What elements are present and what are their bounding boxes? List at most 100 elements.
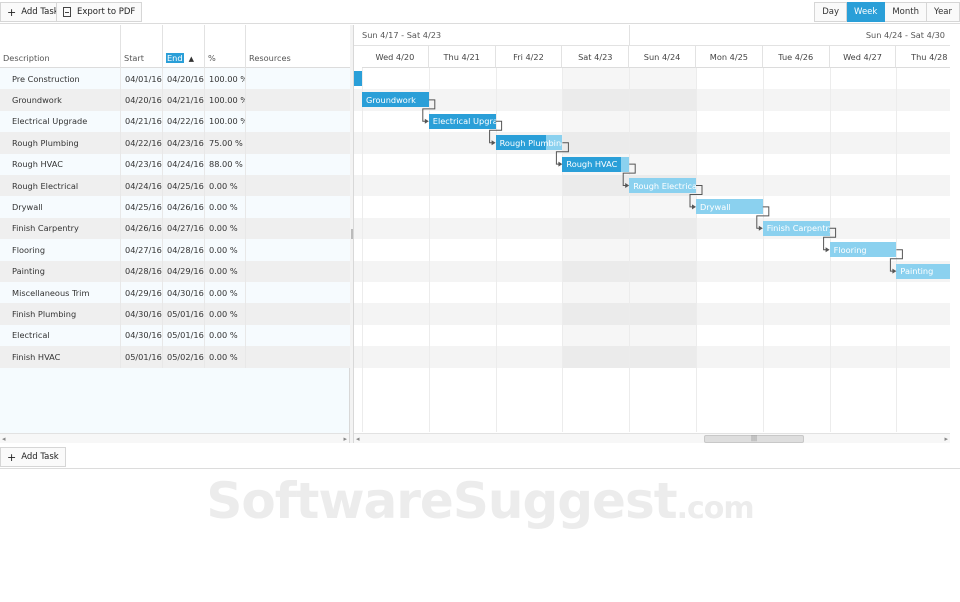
day-gridline bbox=[629, 68, 631, 432]
timeline-row bbox=[354, 368, 960, 389]
task-row[interactable]: Electrical Upgrade 04/21/16 04/22/16 100.00… bbox=[0, 110, 350, 133]
task-start: 04/20/16 bbox=[121, 89, 163, 111]
export-pdf-button[interactable]: Export to PDF bbox=[56, 2, 143, 22]
day-gridline bbox=[495, 68, 497, 432]
task-end: 04/28/16 bbox=[163, 239, 205, 261]
task-bar-label: Rough Plumbing bbox=[499, 137, 563, 148]
task-percent: 0.00 % bbox=[205, 346, 246, 368]
task-description: Rough Electrical bbox=[0, 175, 121, 197]
task-row[interactable]: Finish Plumbing 04/30/16 05/01/16 0.00 % bbox=[0, 303, 350, 325]
task-description: Painting bbox=[0, 260, 121, 282]
day-gridline bbox=[696, 68, 697, 432]
task-bar-label: Groundwork bbox=[366, 94, 416, 105]
column-resources[interactable]: Resources bbox=[246, 25, 350, 68]
task-row[interactable]: Groundwork 04/20/16 04/21/16 100.00 % bbox=[0, 89, 350, 111]
task-end: 04/25/16 bbox=[163, 175, 205, 197]
task-bar-label: Flooring bbox=[833, 244, 867, 255]
task-row[interactable]: Painting 04/28/16 04/29/16 0.00 % bbox=[0, 260, 350, 282]
timeline-row bbox=[354, 410, 960, 431]
task-bar[interactable]: Finish Carpentry bbox=[762, 220, 830, 236]
task-bar-label: Electrical Upgrade bbox=[432, 116, 496, 127]
task-row[interactable]: Pre Construction 04/01/16 04/20/16 100.00 % bbox=[0, 68, 350, 90]
gantt-timeline: Sun 4/17 - Sat 4/23 Sun 4/24 - Sat 4/30 … bbox=[354, 25, 960, 443]
grid-horizontal-scrollbar[interactable]: ◂ ▸ bbox=[0, 433, 349, 443]
timeline-vertical-scrollbar[interactable] bbox=[950, 25, 960, 433]
task-bar[interactable]: Electrical Upgrade bbox=[428, 113, 496, 129]
task-start: 04/24/16 bbox=[121, 175, 163, 197]
column-description[interactable]: Description bbox=[0, 25, 121, 68]
task-row[interactable]: Finish HVAC 05/01/16 05/02/16 0.00 % bbox=[0, 346, 350, 368]
task-row[interactable]: Drywall 04/25/16 04/26/16 0.00 % bbox=[0, 196, 350, 218]
task-bar[interactable]: Drywall bbox=[696, 199, 763, 215]
task-resources bbox=[246, 239, 350, 260]
task-description: Finish Carpentry bbox=[0, 217, 121, 240]
task-description: Flooring bbox=[0, 239, 121, 261]
task-description: Electrical Upgrade bbox=[0, 110, 121, 133]
task-bar[interactable]: Groundwork bbox=[362, 92, 429, 108]
column-start[interactable]: Start bbox=[121, 25, 163, 68]
task-row[interactable]: Flooring 04/27/16 04/28/16 0.00 % bbox=[0, 239, 350, 261]
view-week-button[interactable]: Week bbox=[847, 2, 886, 22]
view-year-button[interactable]: Year bbox=[927, 2, 960, 22]
task-end: 04/24/16 bbox=[163, 153, 205, 175]
task-bar[interactable]: Rough HVAC bbox=[562, 156, 630, 172]
task-percent: 88.00 % bbox=[205, 153, 246, 175]
task-start: 04/30/16 bbox=[121, 324, 163, 347]
week-header-2: Sun 4/24 - Sat 4/30 bbox=[630, 25, 960, 46]
task-bar[interactable]: Rough Plumbing bbox=[495, 135, 563, 151]
task-row[interactable]: Miscellaneous Trim 04/29/16 04/30/16 0.00 % bbox=[0, 282, 350, 304]
bottom-add-task-button[interactable]: + Add Task bbox=[0, 447, 66, 467]
task-row[interactable]: Electrical 04/30/16 05/01/16 0.00 % bbox=[0, 324, 350, 347]
task-bar[interactable]: Rough Electrical bbox=[629, 178, 696, 193]
task-description: Finish Plumbing bbox=[0, 303, 121, 325]
task-start: 04/23/16 bbox=[121, 153, 163, 175]
task-resources bbox=[246, 68, 350, 89]
task-row[interactable]: Finish Carpentry 04/26/16 04/27/16 0.00 % bbox=[0, 217, 350, 240]
task-end: 05/01/16 bbox=[163, 303, 205, 325]
task-bar-label: Finish Carpentry bbox=[766, 223, 830, 234]
day-header: Wed 4/27 bbox=[829, 46, 897, 68]
task-start: 04/28/16 bbox=[121, 260, 163, 282]
day-gridline bbox=[362, 68, 363, 432]
view-month-button[interactable]: Month bbox=[885, 2, 927, 22]
scroll-right-icon[interactable]: ▸ bbox=[343, 434, 347, 444]
task-percent: 100.00 % bbox=[205, 68, 246, 90]
task-row[interactable]: Rough Plumbing 04/22/16 04/23/16 75.00 % bbox=[0, 132, 350, 154]
bottom-plus-icon: + bbox=[7, 450, 17, 464]
task-percent: 0.00 % bbox=[205, 324, 246, 347]
task-end: 04/23/16 bbox=[163, 132, 205, 154]
view-day-button[interactable]: Day bbox=[814, 2, 848, 22]
task-bar[interactable]: Flooring bbox=[829, 242, 897, 258]
watermark-domain: .com bbox=[676, 491, 755, 526]
task-start: 04/27/16 bbox=[121, 239, 163, 261]
sort-ascending-icon: ▲ bbox=[188, 55, 194, 63]
task-percent: 100.00 % bbox=[205, 89, 246, 111]
task-row[interactable]: Rough HVAC 04/23/16 04/24/16 88.00 % bbox=[0, 153, 350, 175]
task-resources bbox=[246, 325, 350, 346]
timeline-scroll-right-icon[interactable]: ▸ bbox=[944, 434, 948, 443]
pdf-icon bbox=[63, 7, 71, 17]
task-percent: 0.00 % bbox=[205, 239, 246, 261]
task-start: 04/01/16 bbox=[121, 68, 163, 90]
task-row[interactable]: Rough Electrical 04/24/16 04/25/16 0.00 % bbox=[0, 175, 350, 197]
task-start: 04/26/16 bbox=[121, 217, 163, 240]
column-end[interactable]: End ▲ bbox=[163, 25, 205, 68]
splitter-grip-icon[interactable] bbox=[351, 229, 353, 239]
bottom-add-task-label: Add Task bbox=[21, 452, 59, 462]
task-end: 04/27/16 bbox=[163, 217, 205, 240]
timeline-scroll-thumb[interactable]: ||| bbox=[704, 435, 804, 443]
view-switcher: Day Week Month Year bbox=[814, 2, 960, 22]
task-description: Finish HVAC bbox=[0, 346, 121, 368]
task-bar[interactable] bbox=[354, 71, 362, 86]
timeline-horizontal-scrollbar[interactable]: ◂ ||| ▸ bbox=[354, 433, 950, 443]
timeline-scroll-left-icon[interactable]: ◂ bbox=[356, 434, 360, 443]
scroll-left-icon[interactable]: ◂ bbox=[2, 434, 6, 444]
task-end: 04/29/16 bbox=[163, 260, 205, 282]
task-percent: 0.00 % bbox=[205, 282, 246, 304]
task-resources bbox=[246, 196, 350, 217]
task-resources bbox=[246, 261, 350, 282]
task-percent: 0.00 % bbox=[205, 175, 246, 197]
task-description: Pre Construction bbox=[0, 68, 121, 90]
column-percent[interactable]: % bbox=[205, 25, 246, 68]
task-start: 05/01/16 bbox=[121, 346, 163, 368]
